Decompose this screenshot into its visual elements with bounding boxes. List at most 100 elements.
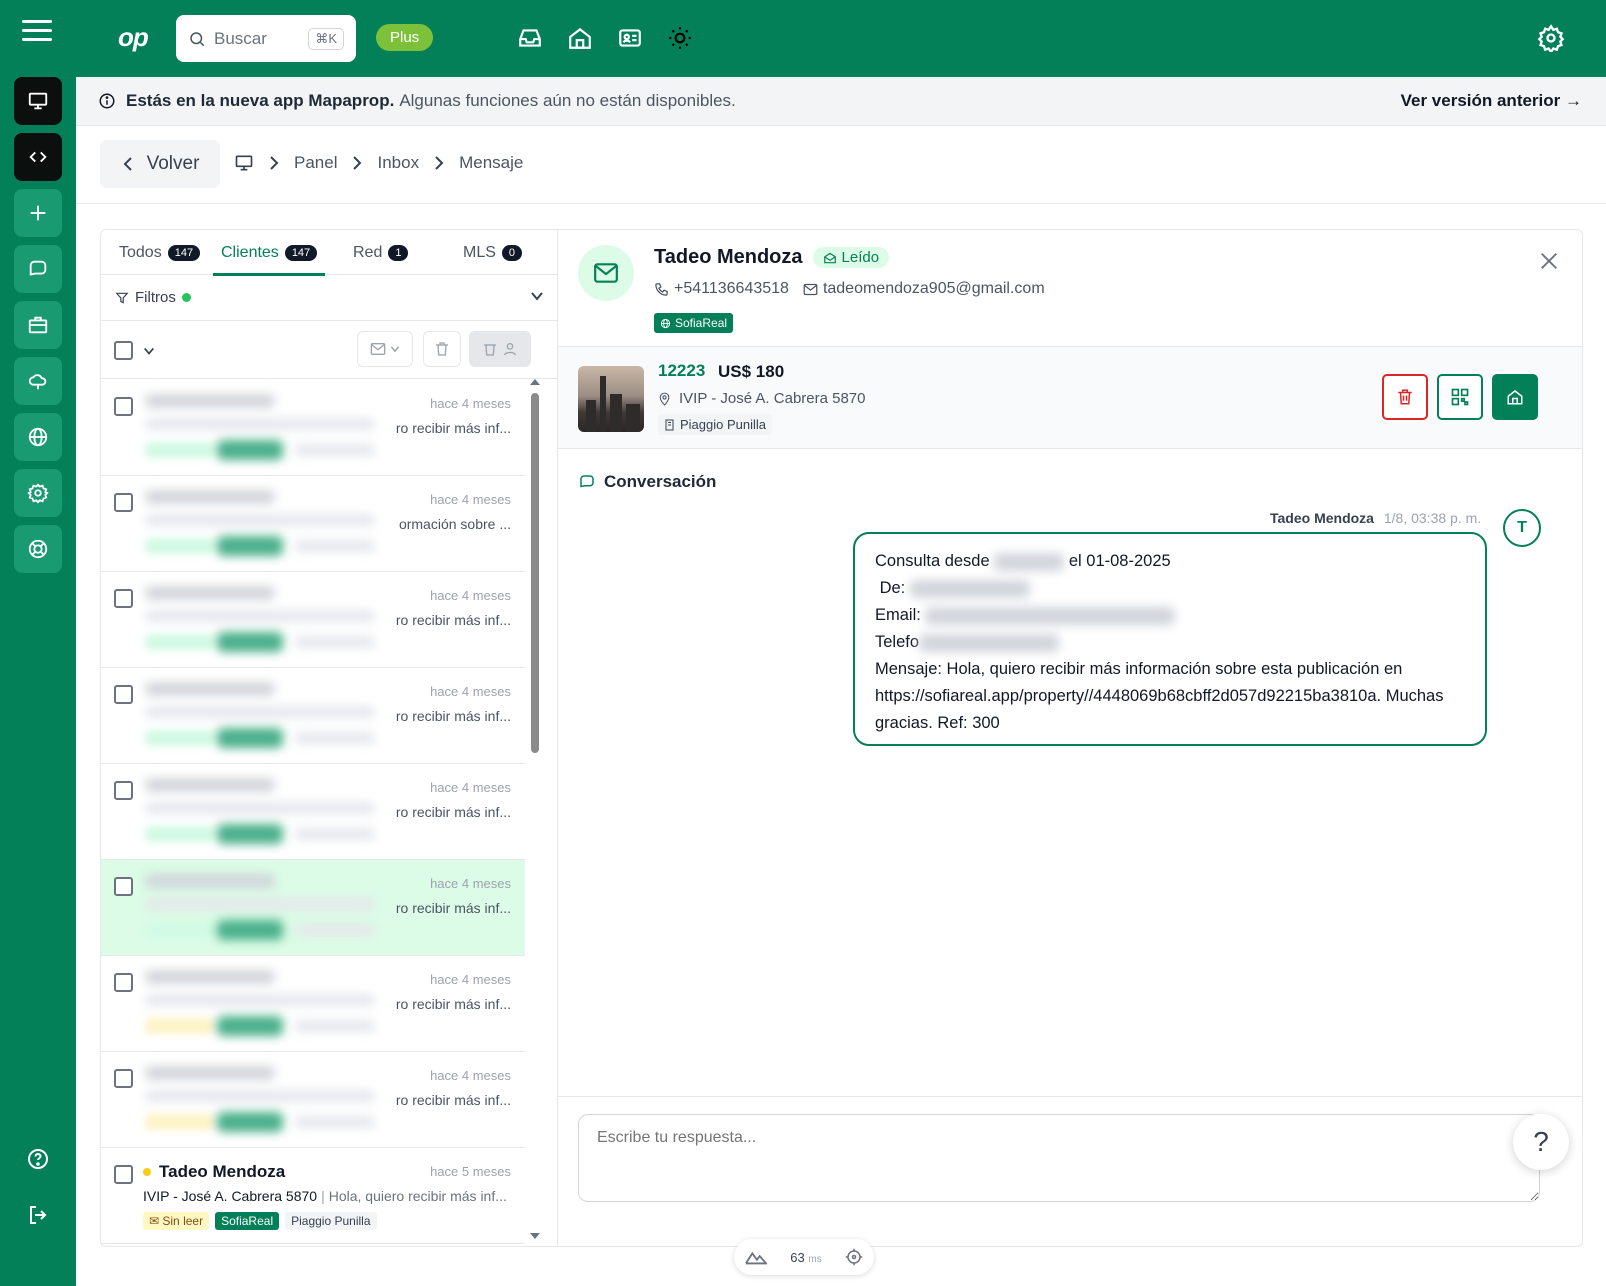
settings-gear-icon[interactable] — [1537, 24, 1565, 57]
sidebar-web[interactable] — [14, 413, 62, 461]
qr-code-button[interactable] — [1437, 374, 1483, 420]
tab-red[interactable]: Red 1 — [353, 230, 409, 275]
sidebar-chat[interactable] — [14, 245, 62, 293]
sidebar-settings[interactable] — [14, 469, 62, 517]
monitor-icon[interactable] — [234, 153, 254, 173]
sidebar-cloud[interactable] — [14, 357, 62, 405]
filters-bar[interactable]: Filtros — [101, 275, 558, 321]
previous-version-link[interactable]: Ver versión anterior → — [1401, 91, 1582, 111]
sidebar-logout[interactable] — [14, 1191, 62, 1239]
list-item[interactable]: hace 4 meses ro recibir más inf... — [101, 572, 525, 668]
tab-count: 0 — [501, 244, 523, 261]
breadcrumb-panel[interactable]: Panel — [294, 153, 337, 173]
delete-selected-button[interactable] — [423, 331, 461, 367]
location-pin-icon — [659, 392, 670, 406]
row-checkbox[interactable] — [114, 589, 133, 608]
latency-value: 63 ms — [790, 1249, 822, 1265]
property-thumbnail[interactable] — [578, 366, 644, 432]
message-body: Mensaje: Hola, quiero recibir más inform… — [875, 660, 1444, 732]
app-logo[interactable]: op — [118, 22, 149, 53]
banner-light-text: Algunas funciones aún no están disponibl… — [399, 91, 736, 110]
list-item[interactable]: hace 4 meses ro recibir más inf... — [101, 668, 525, 764]
view-property-button[interactable] — [1492, 374, 1538, 420]
list-item-selected[interactable]: hace 4 meses ro recibir más inf... — [101, 860, 525, 956]
tab-clientes[interactable]: Clientes 147 — [212, 230, 326, 276]
row-checkbox[interactable] — [114, 877, 133, 896]
mail-icon — [594, 263, 618, 283]
avatar: T — [1503, 509, 1541, 547]
row-checkbox[interactable] — [114, 1069, 133, 1088]
row-checkbox[interactable] — [114, 973, 133, 992]
message-list: hace 4 meses ro recibir más inf... hace … — [101, 380, 541, 1246]
home-icon[interactable] — [566, 24, 594, 52]
tab-count: 147 — [167, 244, 201, 261]
message-time: hace 4 meses — [430, 492, 511, 507]
row-checkbox[interactable] — [114, 685, 133, 704]
contact-email[interactable]: tadeomendoza905@gmail.com — [803, 280, 1045, 298]
list-toolbar — [101, 321, 558, 379]
list-item[interactable]: hace 4 meses ro recibir más inf... — [101, 1052, 525, 1148]
chevron-down-icon[interactable] — [530, 289, 544, 303]
row-checkbox[interactable] — [114, 397, 133, 416]
sidebar-dashboard[interactable] — [14, 77, 62, 125]
message-time: hace 4 meses — [430, 972, 511, 987]
message-snippet: ormación sobre ... — [398, 516, 511, 532]
globe-icon — [28, 427, 48, 447]
tab-mls[interactable]: MLS 0 — [463, 230, 523, 275]
qr-code-icon — [1451, 388, 1469, 406]
reply-area — [558, 1096, 1582, 1246]
reply-input[interactable] — [578, 1114, 1540, 1202]
chevron-right-icon — [353, 156, 362, 170]
sidebar — [0, 77, 76, 1286]
inbox-icon[interactable] — [516, 24, 544, 52]
plan-badge[interactable]: Plus — [376, 24, 434, 51]
scroll-down-arrow[interactable] — [530, 1233, 540, 1239]
info-banner: Estás en la nueva app Mapaprop. Algunas … — [76, 77, 1606, 126]
breadcrumb-inbox[interactable]: Inbox — [377, 153, 419, 173]
delete-message-button[interactable] — [1382, 374, 1428, 420]
select-all-checkbox[interactable] — [114, 341, 133, 360]
tab-todos[interactable]: Todos 147 — [119, 230, 201, 275]
message-snippet: ro recibir más inf... — [395, 804, 511, 820]
mark-read-button[interactable] — [357, 331, 413, 367]
contact-phone[interactable]: +541136643518 — [654, 280, 789, 298]
phone-icon — [655, 282, 668, 296]
tab-label: Red — [353, 243, 383, 261]
list-scrollbar[interactable] — [529, 373, 541, 1243]
list-item[interactable]: Tadeo Mendoza hace 5 meses IVIP - José A… — [101, 1148, 525, 1244]
list-item[interactable]: hace 4 meses ro recibir más inf... — [101, 956, 525, 1052]
sidebar-help[interactable] — [14, 1135, 62, 1183]
redacted-content — [137, 764, 399, 860]
help-button[interactable]: ? — [1513, 1114, 1569, 1170]
list-item[interactable]: hace 4 meses ro recibir más inf... — [101, 380, 525, 476]
search-box[interactable]: Buscar ⌘K — [176, 15, 356, 62]
performance-indicator: 63 ms — [734, 1239, 874, 1275]
list-item[interactable]: hace 4 meses ormación sobre ... — [101, 476, 525, 572]
redacted-text — [909, 579, 1030, 598]
row-checkbox[interactable] — [114, 493, 133, 512]
back-button[interactable]: Volver — [100, 140, 220, 188]
sidebar-embed[interactable] — [14, 133, 62, 181]
read-status-badge: Leído — [812, 247, 890, 268]
filters-active-dot — [181, 293, 191, 302]
assign-user-button[interactable] — [469, 331, 531, 367]
sidebar-add[interactable] — [14, 189, 62, 237]
crosshair-icon[interactable] — [845, 1248, 863, 1266]
sun-icon[interactable] — [666, 24, 694, 52]
menu-icon[interactable] — [22, 20, 52, 44]
row-checkbox[interactable] — [114, 1165, 133, 1184]
sidebar-support[interactable] — [14, 525, 62, 573]
chevron-right-icon — [270, 156, 279, 170]
sidebar-properties[interactable] — [14, 301, 62, 349]
scroll-up-arrow[interactable] — [530, 379, 540, 385]
row-checkbox[interactable] — [114, 781, 133, 800]
scroll-thumb[interactable] — [531, 393, 539, 753]
message-detail-pane: Tadeo Mendoza Leído +541136643518 tadeom… — [558, 230, 1582, 1246]
chevron-down-icon[interactable] — [143, 345, 155, 357]
cloud-icon — [28, 374, 47, 390]
contact-header: Tadeo Mendoza Leído +541136643518 tadeom… — [558, 230, 1582, 347]
close-icon[interactable] — [1538, 250, 1560, 272]
list-item[interactable]: hace 4 meses ro recibir más inf... — [101, 764, 525, 860]
contact-card-icon[interactable] — [616, 24, 644, 52]
property-code[interactable]: 12223 — [658, 361, 705, 381]
